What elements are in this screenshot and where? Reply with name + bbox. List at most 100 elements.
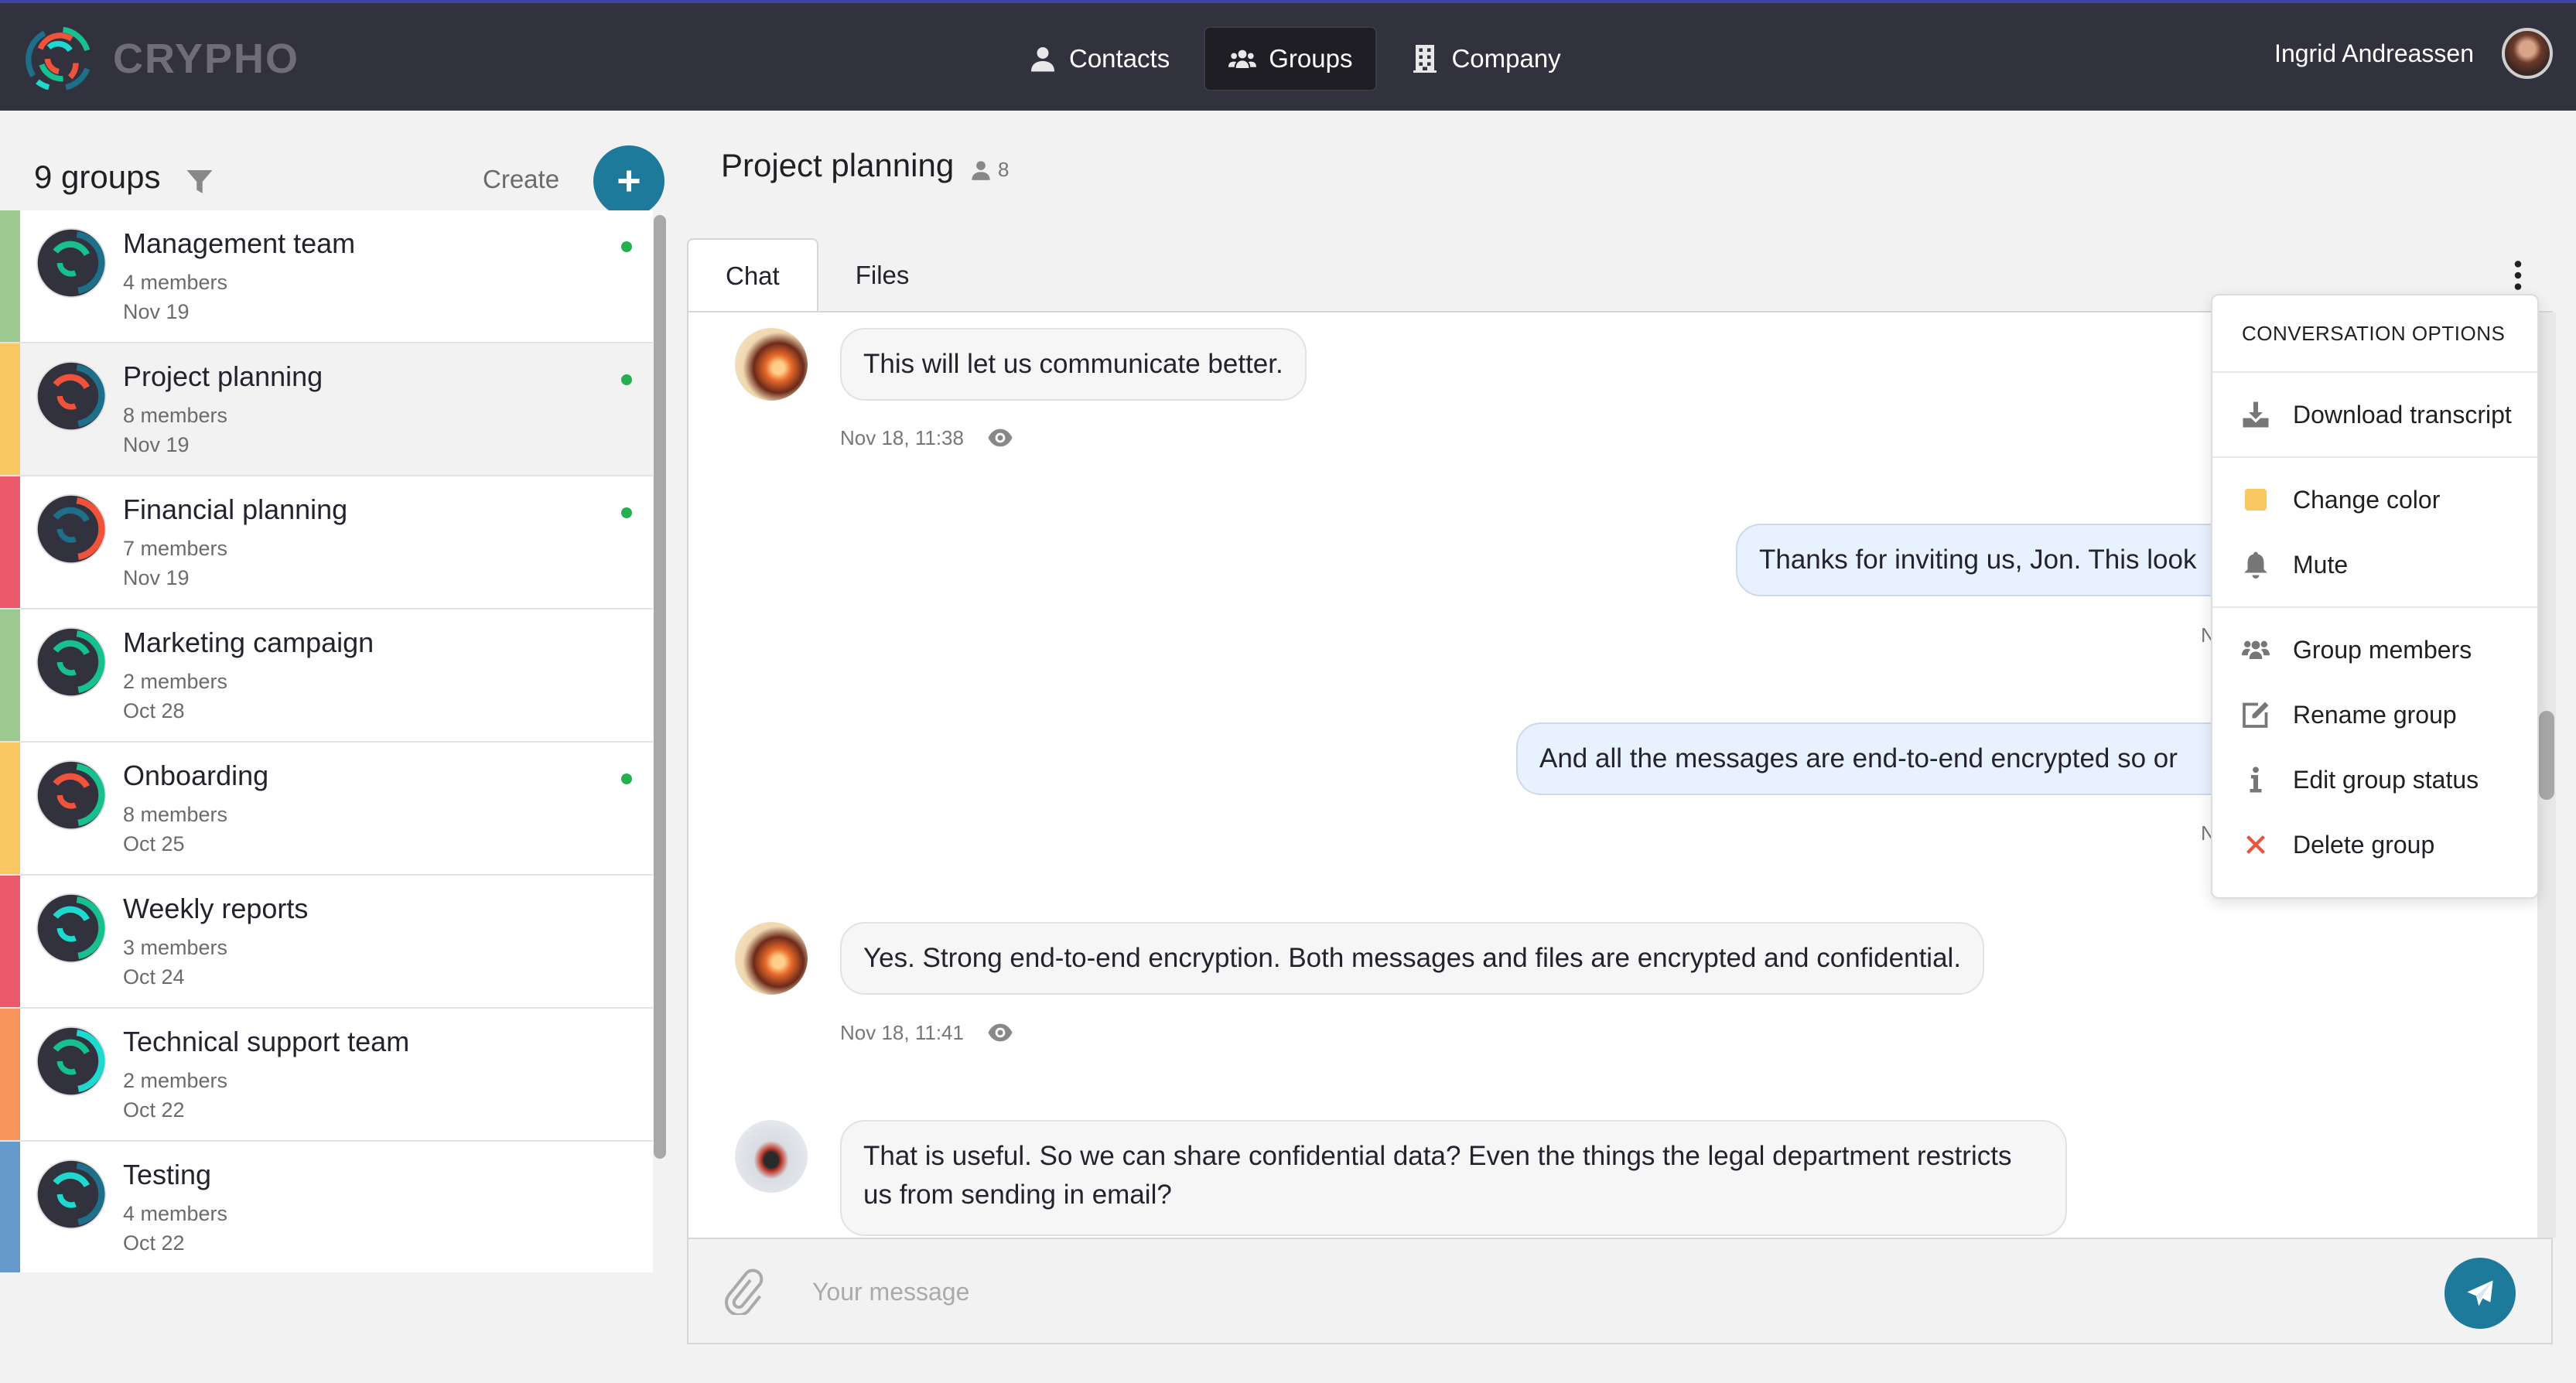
menu-item-delete-group[interactable]: Delete group	[2212, 812, 2537, 877]
sender-avatar	[735, 1120, 808, 1193]
group-date: Oct 22	[123, 1098, 185, 1122]
chat-scrollbar[interactable]	[2537, 312, 2556, 1238]
message-input[interactable]	[812, 1262, 2282, 1321]
group-date: Nov 19	[123, 300, 190, 323]
menu-item-label: Mute	[2293, 550, 2349, 579]
group-avatar-icon	[36, 893, 107, 964]
more-options-icon[interactable]	[2506, 260, 2530, 291]
conversation-tabs: Chat Files	[687, 238, 946, 312]
group-list-item[interactable]: Testing 4 members Oct 22	[0, 1142, 654, 1272]
paper-plane-icon	[2467, 1280, 2493, 1306]
group-list-item[interactable]: Technical support team 2 members Oct 22	[0, 1009, 654, 1142]
message-bubble: This will let us communicate better.	[840, 328, 1307, 401]
nav-groups[interactable]: Groups	[1204, 26, 1378, 91]
create-label[interactable]: Create	[483, 165, 559, 194]
paperclip-icon[interactable]	[719, 1269, 766, 1315]
users-icon	[2242, 640, 2270, 659]
group-members: 3 members	[123, 936, 228, 959]
eye-icon	[988, 1023, 1013, 1042]
group-list-item[interactable]: Management team 4 members Nov 19	[0, 210, 654, 343]
group-list: Management team 4 members Nov 19 Project pl…	[0, 210, 654, 1272]
group-avatar-icon	[36, 1026, 107, 1097]
menu-section: Change color Mute	[2212, 458, 2537, 608]
group-members: 2 members	[123, 1069, 228, 1092]
group-color-bar	[0, 210, 20, 342]
online-indicator	[621, 241, 632, 252]
menu-item-label: Download transcript	[2293, 400, 2512, 429]
group-list-item[interactable]: Project planning 8 members Nov 19	[0, 343, 654, 476]
building-icon	[1413, 45, 1437, 73]
menu-item-edit-group-status[interactable]: Edit group status	[2212, 747, 2537, 812]
create-group-button[interactable]	[593, 145, 664, 217]
brand-name: CRYPHO	[113, 36, 300, 82]
group-list-item[interactable]: Onboarding 8 members Oct 25	[0, 743, 654, 876]
nav-contacts-label: Contacts	[1069, 44, 1170, 73]
sender-avatar	[735, 922, 808, 995]
users-icon	[1228, 50, 1257, 68]
menu-item-group-members[interactable]: Group members	[2212, 617, 2537, 682]
group-members: 8 members	[123, 404, 228, 427]
menu-item-label: Delete group	[2293, 830, 2435, 859]
scrollbar-thumb[interactable]	[654, 215, 666, 1159]
info-icon	[2250, 767, 2262, 793]
group-date: Oct 28	[123, 699, 185, 722]
menu-item-change-color[interactable]: Change color	[2212, 467, 2537, 532]
group-name: Testing	[123, 1159, 212, 1190]
tab-chat[interactable]: Chat	[687, 238, 818, 312]
group-name: Onboarding	[123, 760, 269, 791]
tab-files[interactable]: Files	[818, 238, 947, 312]
filter-icon[interactable]	[186, 168, 214, 196]
group-name: Management team	[123, 227, 356, 259]
member-count[interactable]: 8	[970, 158, 1009, 182]
edit-icon	[2243, 702, 2269, 728]
group-avatar-icon	[36, 1159, 107, 1230]
group-list-item[interactable]: Weekly reports 3 members Oct 24	[0, 876, 654, 1009]
menu-item-label: Edit group status	[2293, 765, 2479, 794]
group-members: 4 members	[123, 271, 228, 294]
menu-header: CONVERSATION OPTIONS	[2212, 295, 2537, 373]
top-navigation-bar: CRYPHO Contacts Groups Company Ingrid An…	[0, 0, 2576, 111]
group-list-item[interactable]: Financial planning 7 members Nov 19	[0, 476, 654, 610]
group-members: 2 members	[123, 670, 228, 693]
message-meta: Nov 18, 11:41	[840, 1019, 1013, 1046]
groups-count: 9 groups	[34, 159, 161, 195]
group-name: Weekly reports	[123, 893, 309, 924]
message-time: Nov 18, 11:41	[840, 1020, 964, 1044]
plus-icon	[618, 170, 640, 192]
menu-item-label: Change color	[2293, 485, 2441, 514]
menu-item-rename-group[interactable]: Rename group	[2212, 682, 2537, 747]
menu-item-mute[interactable]: Mute	[2212, 532, 2537, 597]
send-button[interactable]	[2444, 1258, 2516, 1329]
conversation-options-menu: CONVERSATION OPTIONS Download transcript…	[2211, 294, 2539, 899]
group-date: Nov 19	[123, 566, 190, 589]
bell-icon	[2244, 551, 2267, 579]
online-indicator	[621, 374, 632, 385]
sender-avatar	[735, 328, 808, 401]
menu-section: Download transcript	[2212, 373, 2537, 458]
nav-contacts[interactable]: Contacts	[1006, 26, 1193, 91]
user-icon	[972, 160, 990, 180]
conversation-title: Project planning	[721, 147, 955, 183]
menu-item-download-transcript[interactable]: Download transcript	[2212, 382, 2537, 447]
crypho-logo-icon	[26, 26, 91, 90]
crypho-logo[interactable]: CRYPHO	[23, 23, 299, 94]
user-avatar[interactable]	[2502, 28, 2553, 79]
group-list-scrollbar[interactable]	[653, 210, 668, 1272]
group-list-item[interactable]: Marketing campaign 2 members Oct 28	[0, 610, 654, 743]
main-nav: Contacts Groups Company	[1006, 26, 1584, 91]
message-composer	[687, 1239, 2553, 1344]
online-indicator	[621, 507, 632, 518]
nav-company[interactable]: Company	[1388, 26, 1584, 91]
group-name: Marketing campaign	[123, 627, 374, 658]
group-date: Oct 24	[123, 965, 185, 989]
nav-groups-label: Groups	[1269, 44, 1353, 73]
group-color-bar	[0, 476, 20, 608]
color-swatch-icon	[2245, 489, 2267, 511]
scrollbar-thumb[interactable]	[2539, 711, 2554, 800]
user-icon	[1031, 47, 1054, 72]
message-bubble: That is useful. So we can share confiden…	[840, 1120, 2067, 1236]
group-avatar-icon	[36, 760, 107, 831]
group-name: Technical support team	[123, 1026, 410, 1057]
group-members: 4 members	[123, 1202, 228, 1225]
user-menu[interactable]: Ingrid Andreassen	[2274, 28, 2553, 79]
